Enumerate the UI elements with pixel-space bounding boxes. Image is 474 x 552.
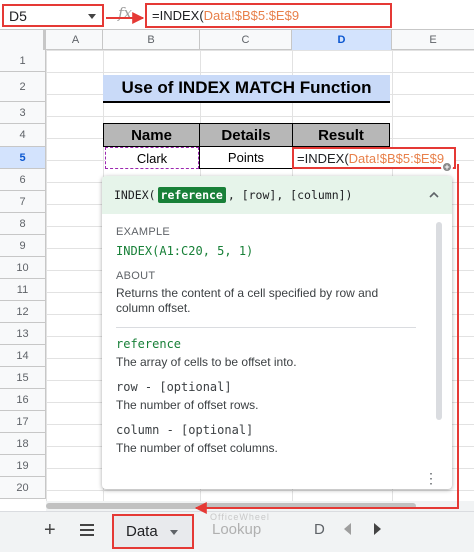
formula-help-popup: INDEX(reference, [row], [column]) EXAMPL… (102, 176, 452, 489)
row-header[interactable]: 13 (0, 323, 46, 345)
row-header[interactable]: 12 (0, 301, 46, 323)
fill-handle-icon[interactable]: + (441, 161, 453, 173)
column-headers: A B C D E (0, 30, 474, 50)
formula-input[interactable]: =INDEX(Data!$B$5:$E$9 (145, 3, 392, 28)
row-header[interactable]: 8 (0, 213, 46, 235)
cell-details-value[interactable]: Points (199, 147, 293, 169)
header-name[interactable]: Name (103, 123, 200, 147)
help-scrollbar[interactable] (436, 222, 442, 420)
param-name: row - [optional] (116, 380, 232, 394)
param-desc: The array of cells to be offset into. (116, 355, 297, 369)
select-all-corner[interactable] (0, 30, 46, 50)
formula-bar: D5 fx =INDEX(Data!$B$5:$E$9 (0, 0, 474, 30)
row-header[interactable]: 9 (0, 235, 46, 257)
row-header[interactable]: 18 (0, 433, 46, 455)
tab-lookup[interactable]: Lookup (212, 521, 261, 538)
result-function: =INDEX( (297, 150, 349, 166)
chevron-down-icon[interactable] (170, 530, 178, 535)
tab-data-label: Data (126, 523, 158, 540)
row-header[interactable]: 17 (0, 411, 46, 433)
sheet-title[interactable]: Use of INDEX MATCH Function (103, 75, 390, 103)
chevron-down-icon[interactable] (88, 14, 96, 19)
active-cell-result[interactable]: =INDEX(Data!$B$5:$E$9 (292, 147, 456, 169)
column-header-d[interactable]: D (292, 30, 392, 50)
row-header[interactable]: 20 (0, 477, 46, 499)
row-header[interactable]: 11 (0, 279, 46, 301)
about-label: ABOUT (116, 270, 156, 282)
row-header[interactable]: 3 (0, 102, 46, 124)
header-result[interactable]: Result (292, 123, 390, 147)
cell-name-value[interactable]: Clark (105, 147, 199, 169)
formula-function: =INDEX( (152, 8, 204, 23)
name-box-value: D5 (9, 7, 27, 24)
signature-function: INDEX( (114, 188, 156, 202)
horizontal-scrollbar[interactable] (46, 501, 474, 511)
row-header[interactable]: 6 (0, 169, 46, 191)
tab-truncated[interactable]: D (314, 521, 325, 538)
row-header[interactable]: 4 (0, 124, 46, 147)
param-name: column - [optional] (116, 423, 254, 437)
signature-active-arg: reference (157, 187, 226, 203)
divider (116, 327, 416, 328)
help-footer: ⋮ (102, 465, 452, 489)
param-desc: The number of offset rows. (116, 398, 259, 412)
more-vert-icon[interactable]: ⋮ (424, 471, 438, 485)
tab-data[interactable]: Data (112, 514, 194, 549)
result-reference: Data!$B$5:$E$9 (348, 150, 445, 166)
help-body: EXAMPLE INDEX(A1:C20, 5, 1) ABOUT Return… (102, 214, 452, 465)
row-header[interactable]: 7 (0, 191, 46, 213)
row-header[interactable]: 16 (0, 389, 46, 411)
add-sheet-icon[interactable]: + (44, 520, 56, 540)
column-header-c[interactable]: C (200, 30, 292, 50)
chevron-left-icon[interactable] (344, 523, 351, 535)
row-header[interactable]: 14 (0, 345, 46, 367)
column-header-a[interactable]: A (49, 30, 103, 50)
all-sheets-icon[interactable] (80, 524, 94, 536)
row-header[interactable]: 10 (0, 257, 46, 279)
example-label: EXAMPLE (116, 226, 171, 238)
column-header-b[interactable]: B (103, 30, 200, 50)
help-signature: INDEX(reference, [row], [column]) (102, 176, 452, 214)
row-header[interactable]: 1 (0, 50, 46, 72)
row-header[interactable]: 5 (0, 147, 46, 169)
signature-rest: , [row], [column]) (227, 188, 353, 202)
example-code: INDEX(A1:C20, 5, 1) (116, 244, 254, 258)
sheet-tab-bar: + Data OfficeWheel Lookup D (0, 511, 474, 552)
column-header-e[interactable]: E (392, 30, 474, 50)
param-name: reference (116, 337, 182, 351)
param-desc: The number of offset columns. (116, 441, 278, 455)
row-header[interactable]: 19 (0, 455, 46, 477)
header-details[interactable]: Details (199, 123, 293, 147)
row-header[interactable]: 2 (0, 72, 46, 102)
chevron-right-icon[interactable] (374, 523, 381, 535)
about-text: Returns the content of a cell specified … (116, 286, 379, 315)
name-box[interactable]: D5 (2, 4, 104, 27)
row-header[interactable]: 15 (0, 367, 46, 389)
scrollbar-thumb[interactable] (46, 503, 416, 509)
formula-reference: Data!$B$5:$E$9 (203, 8, 300, 23)
chevron-up-icon[interactable] (428, 189, 440, 201)
fx-icon: fx (118, 4, 133, 22)
